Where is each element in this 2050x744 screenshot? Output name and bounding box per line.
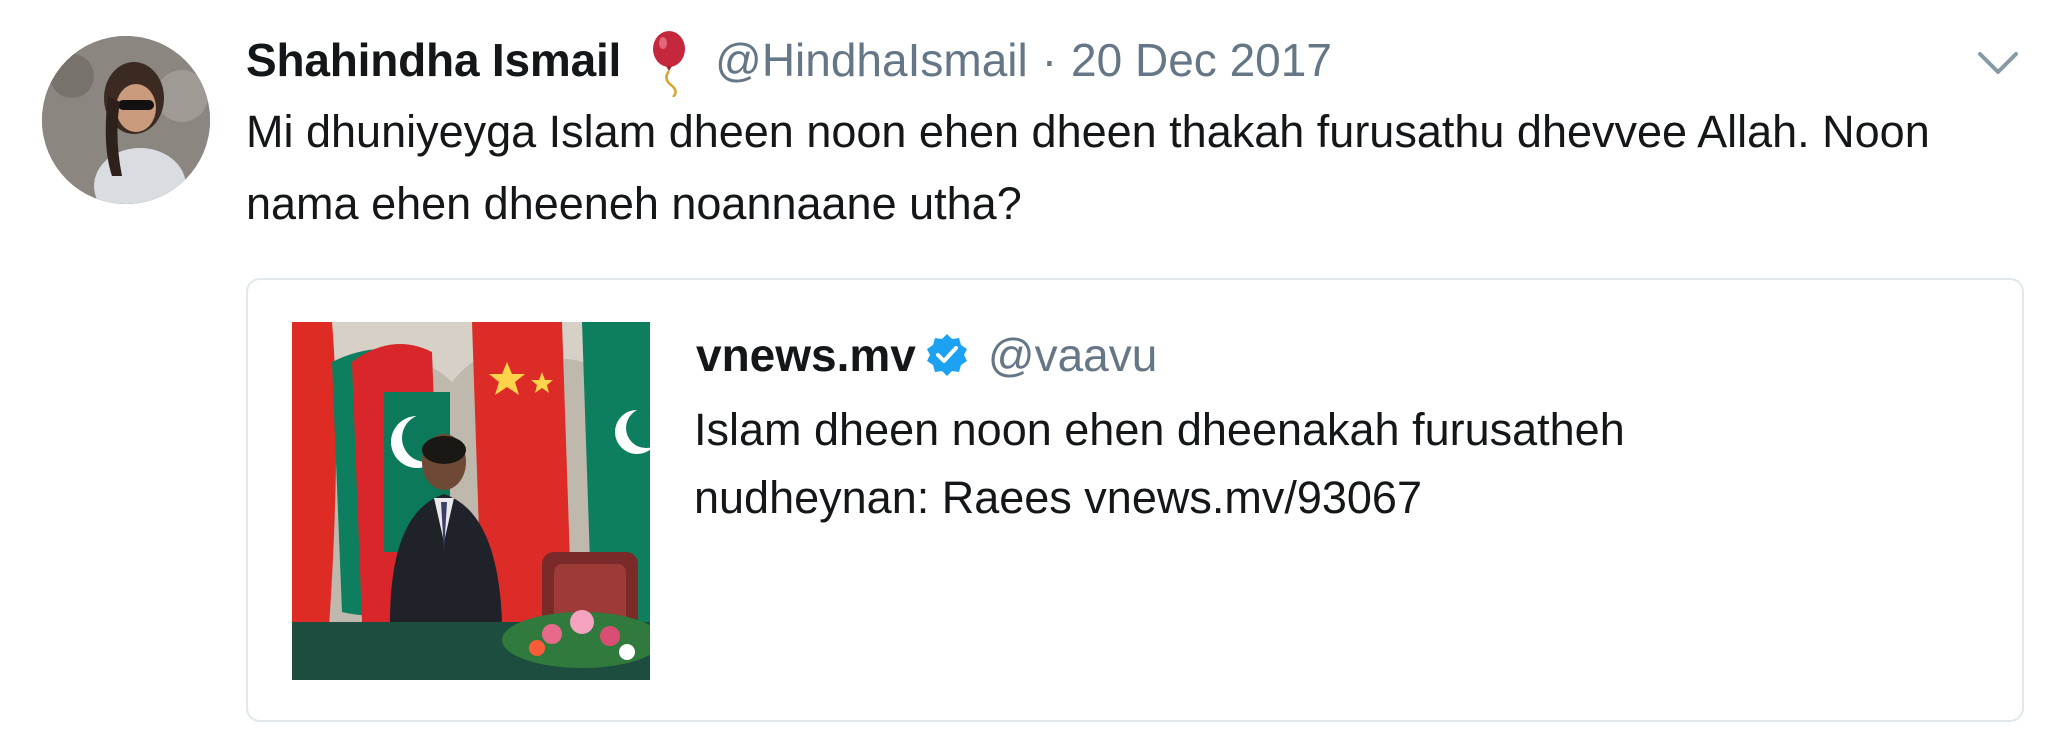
quoted-handle[interactable]: @vaavu — [988, 328, 1157, 382]
author-display-name[interactable]: Shahindha Ismail — [246, 33, 621, 87]
separator-dot: · — [1041, 34, 1058, 86]
avatar[interactable] — [42, 36, 210, 204]
quoted-tweet-text: Islam dheen noon ehen dheenakah furusath… — [694, 404, 1625, 523]
tweet-date[interactable]: 20 Dec 2017 — [1071, 33, 1332, 87]
quoted-tweet-card[interactable]: vnews.mv @vaavu Islam dheen noon ehen dh… — [246, 278, 2024, 722]
chevron-down-icon[interactable] — [1976, 46, 2020, 80]
balloon-icon — [649, 31, 691, 98]
tweet[interactable]: Shahindha Ismail @HindhaIsmail · 20 Dec … — [0, 0, 2050, 744]
tweet-header: Shahindha Ismail @HindhaIsmail · 20 Dec … — [246, 30, 1332, 98]
author-handle[interactable]: @HindhaIsmail — [715, 33, 1028, 87]
quoted-tweet-header: vnews.mv @vaavu — [696, 324, 1157, 386]
tweet-text: Mi dhuniyeyga Islam dheen noon ehen dhee… — [246, 106, 1930, 229]
verified-badge-icon — [924, 332, 970, 378]
quoted-display-name[interactable]: vnews.mv — [696, 328, 916, 382]
quoted-tweet-photo[interactable] — [292, 322, 650, 680]
